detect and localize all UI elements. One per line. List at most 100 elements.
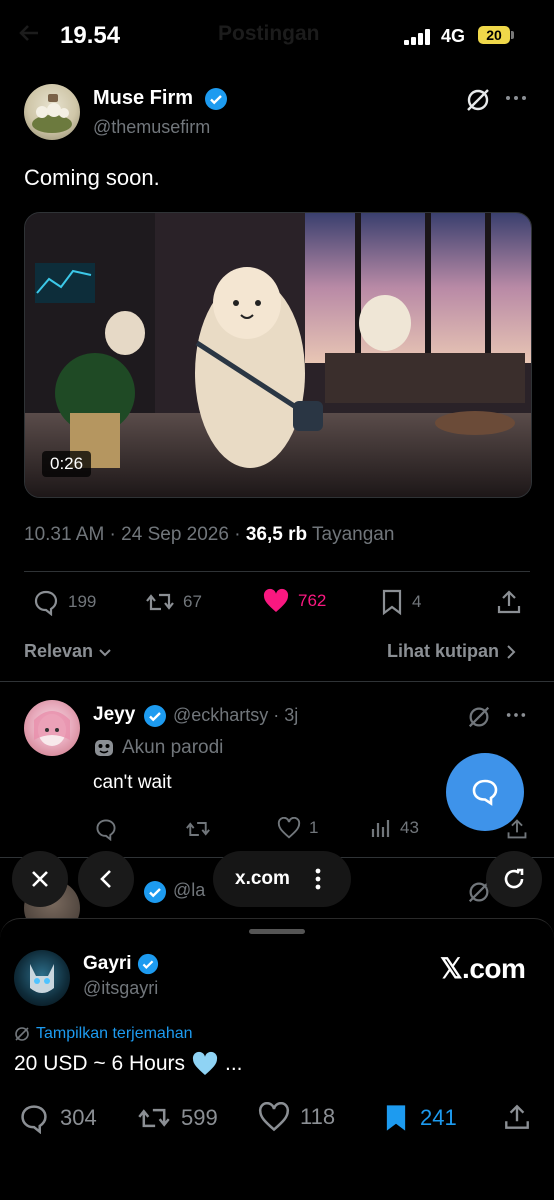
reload-icon — [501, 866, 527, 892]
post-meta: 10.31 AM · 24 Sep 2026 · 36,5 rb Tayanga… — [24, 524, 394, 546]
analytics-icon — [370, 817, 392, 839]
page-title: Postingan — [218, 22, 320, 45]
views-count: 43 — [400, 818, 419, 837]
verified-badge-icon — [137, 953, 159, 975]
share-icon — [503, 1102, 531, 1132]
parody-label: Akun parodi — [122, 737, 224, 758]
repost-icon — [185, 817, 211, 841]
post-text: Coming soon. — [24, 165, 160, 190]
light-blue-heart-icon — [191, 1051, 219, 1077]
reply-button[interactable] — [94, 817, 118, 841]
status-time: 19.54 — [60, 22, 121, 49]
hidden-reply-handle[interactable]: @la — [173, 880, 205, 901]
repost-count: 599 — [181, 1105, 218, 1130]
reply-author-name[interactable]: Jeyy — [93, 704, 135, 726]
verified-badge-icon — [204, 87, 228, 111]
divider — [0, 681, 554, 682]
sort-label: Relevan — [24, 641, 94, 661]
bookmark-count: 241 — [420, 1105, 457, 1130]
more-options-icon[interactable] — [504, 86, 528, 110]
repost-button[interactable] — [185, 817, 211, 841]
author-avatar[interactable] — [24, 84, 80, 140]
chevron-right-icon — [505, 644, 517, 660]
divider — [24, 571, 530, 572]
grok-icon[interactable] — [466, 704, 492, 730]
post-video[interactable] — [24, 212, 532, 498]
chat-bubble-icon — [468, 775, 502, 809]
reload-button[interactable] — [486, 851, 542, 907]
chevron-left-icon — [98, 868, 114, 890]
more-options-icon[interactable] — [505, 704, 527, 726]
close-icon — [29, 868, 51, 890]
bookmark-button[interactable]: 241 — [382, 1102, 457, 1134]
battery-icon: 20 — [478, 26, 510, 44]
like-count: 118 — [300, 1104, 336, 1129]
sort-dropdown[interactable]: Relevan — [24, 641, 113, 662]
reply-avatar[interactable] — [24, 700, 80, 756]
show-translation-link[interactable]: Tampilkan terjemahan — [14, 1025, 193, 1043]
compose-reply-button[interactable] — [446, 753, 524, 831]
bookmark-filled-icon — [382, 1102, 410, 1134]
post-actions: 199 67 762 4 — [0, 588, 554, 628]
reply-button[interactable]: 304 — [18, 1102, 97, 1134]
grok-icon[interactable] — [464, 86, 492, 114]
like-button[interactable]: 118 — [258, 1102, 335, 1132]
back-arrow-icon[interactable] — [18, 22, 40, 44]
reply-text: can't wait — [93, 772, 172, 793]
post-timestamp: 10.31 AM · 24 Sep 2026 · — [24, 524, 246, 545]
repost-button[interactable]: 67 — [145, 588, 202, 616]
parody-mask-icon — [93, 737, 115, 759]
view-quotes-label: Lihat kutipan — [387, 641, 499, 661]
like-count: 762 — [298, 591, 327, 610]
verified-badge-icon — [143, 704, 167, 728]
x-logo: 𝕏.com — [440, 953, 526, 984]
heart-icon — [277, 817, 301, 839]
sheet-post-text-main: 20 USD ~ 6 Hours — [14, 1052, 185, 1075]
views-button[interactable]: 43 — [370, 817, 419, 839]
view-count: 36,5 rb — [245, 524, 308, 545]
translate-icon — [14, 1026, 30, 1042]
reply-button[interactable]: 199 — [32, 588, 96, 616]
more-vertical-icon[interactable] — [314, 867, 322, 891]
video-duration: 0:26 — [42, 451, 92, 477]
repost-icon — [145, 588, 175, 616]
heart-icon — [258, 1102, 290, 1132]
view-label: Tayangan — [312, 524, 395, 545]
repost-count: 67 — [183, 592, 202, 611]
like-count: 1 — [309, 818, 319, 837]
signal-icon — [404, 29, 432, 45]
author-name[interactable]: Muse Firm — [93, 87, 193, 110]
reply-count: 304 — [60, 1105, 97, 1130]
heart-filled-icon — [262, 588, 290, 614]
share-button[interactable] — [503, 1102, 531, 1132]
like-button[interactable]: 1 — [277, 817, 318, 839]
browser-back-button[interactable] — [78, 851, 134, 907]
url-text: x.com — [235, 868, 290, 889]
bookmark-icon — [380, 588, 404, 616]
reply-count: 199 — [68, 592, 97, 611]
like-button[interactable]: 762 — [262, 588, 326, 614]
translate-label: Tampilkan terjemahan — [36, 1025, 193, 1042]
sheet-author-handle[interactable]: @itsgayri — [83, 978, 158, 999]
repost-button[interactable]: 599 — [137, 1102, 218, 1134]
sheet-post-text: 20 USD ~ 6 Hours ... — [14, 1051, 243, 1077]
share-button[interactable] — [496, 588, 522, 616]
sheet-author-avatar[interactable] — [14, 950, 70, 1006]
sheet-post-text-suffix: ... — [225, 1052, 243, 1075]
author-handle[interactable]: @themusefirm — [93, 117, 210, 138]
reply-icon — [18, 1102, 50, 1134]
chevron-down-icon — [97, 644, 113, 660]
battery-tip — [511, 31, 514, 39]
reply-icon — [94, 817, 118, 841]
url-bar[interactable]: x.com — [213, 851, 351, 907]
view-quotes-link[interactable]: Lihat kutipan — [387, 641, 517, 662]
bookmark-count: 4 — [412, 592, 422, 611]
share-icon — [496, 588, 522, 616]
bookmark-button[interactable]: 4 — [380, 588, 421, 616]
network-label: 4G — [441, 26, 466, 46]
reply-icon — [32, 588, 60, 616]
sheet-author-name[interactable]: Gayri — [83, 953, 132, 975]
reply-author-handle[interactable]: @eckhartsy · 3j — [173, 705, 298, 726]
sheet-grabber[interactable] — [249, 929, 305, 934]
close-browser-button[interactable] — [12, 851, 68, 907]
